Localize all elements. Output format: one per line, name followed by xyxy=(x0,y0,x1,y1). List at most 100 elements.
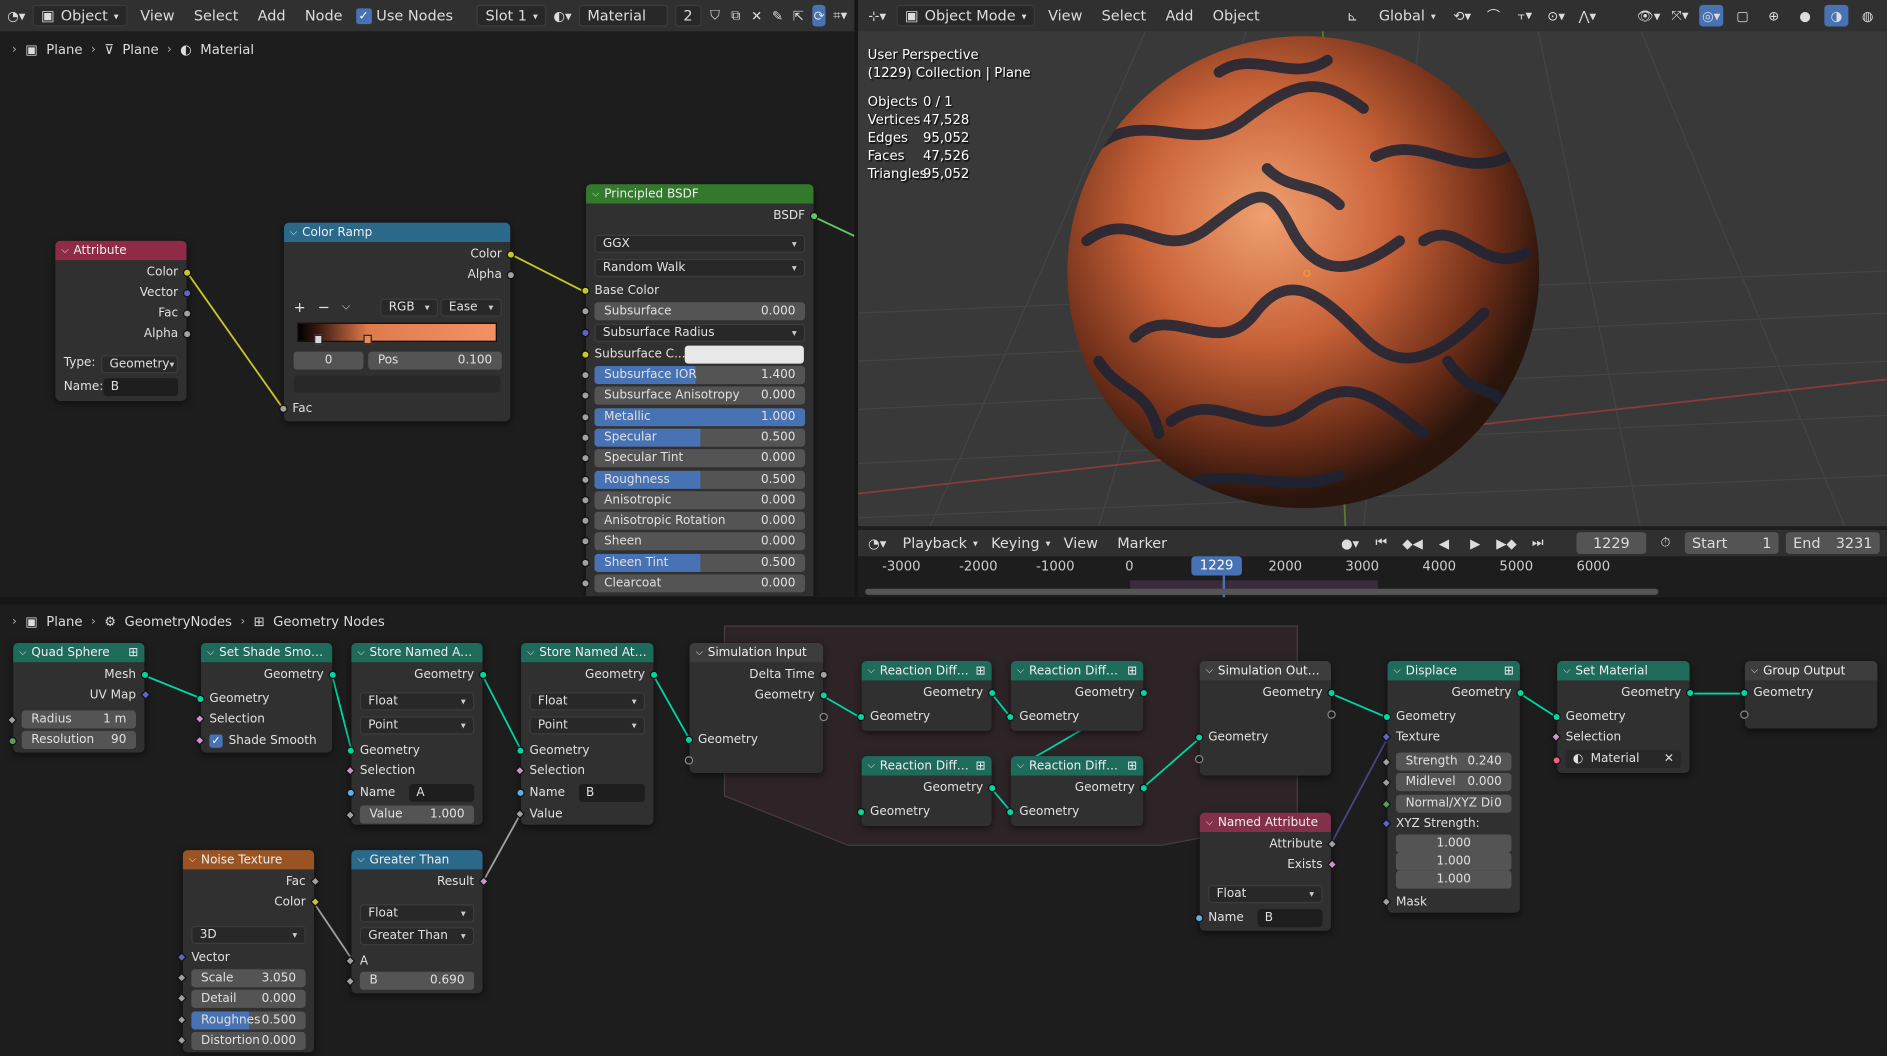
xyz-x-field[interactable]: 1.000 xyxy=(1395,834,1512,853)
proportional-edit-icon[interactable]: ⊙▾ xyxy=(1544,5,1568,27)
area-divider-vertical[interactable] xyxy=(854,0,859,598)
sphere-object[interactable] xyxy=(1067,36,1540,509)
shade-smooth-checkbox[interactable]: ✓ Shade Smooth xyxy=(201,731,332,751)
store-named-attribute-node-b[interactable]: ⌵ Store Named Attrib... Geometry Float▾ P… xyxy=(514,642,659,825)
node-header[interactable]: ⌵ Reaction Diffusio... ⊞ xyxy=(861,756,992,776)
collapse-icon[interactable]: ⌵ xyxy=(357,647,364,659)
alpha-socket[interactable] xyxy=(182,329,192,339)
collapse-icon[interactable]: ⌵ xyxy=(868,760,875,772)
subsurface-field[interactable]: Subsurface 0.000 xyxy=(594,302,806,321)
geometry-socket[interactable] xyxy=(987,688,997,698)
collapse-icon[interactable]: ⌵ xyxy=(1206,816,1213,828)
jump-keyframe-forward-icon[interactable]: ▶◆ xyxy=(1494,532,1518,554)
bsdf-field-9[interactable]: Sheen 0.000 xyxy=(594,532,806,551)
strength-field[interactable]: Strength 0.240 xyxy=(1395,752,1512,771)
displace-node[interactable]: ⌵ Displace ⊞ Geometry Geometry Texture Str… xyxy=(1381,661,1525,913)
field-socket[interactable] xyxy=(581,433,590,442)
orientation-dropdown[interactable]: Global ▾ xyxy=(1372,5,1443,27)
geometry-socket[interactable] xyxy=(987,783,997,793)
geometry-in-socket[interactable] xyxy=(1194,733,1204,742)
geometry-in-socket[interactable] xyxy=(1006,712,1015,722)
clear-icon[interactable]: ✕ xyxy=(1664,753,1674,766)
xyz-z-field[interactable]: 1.000 xyxy=(1395,870,1512,889)
pivot-icon[interactable]: ⟲▾ xyxy=(1450,5,1474,27)
field-socket[interactable] xyxy=(581,475,590,484)
noise-field-2[interactable]: Roughnes 0.500 xyxy=(191,1010,306,1030)
geometry-in-socket[interactable] xyxy=(856,712,866,722)
geometry-in-socket[interactable] xyxy=(1006,807,1015,817)
subsurface-radius-dropdown[interactable]: Subsurface Radius ▾ xyxy=(594,323,806,342)
virtual-socket[interactable] xyxy=(1327,710,1336,719)
jump-end-icon[interactable]: ⏭ xyxy=(1526,532,1550,554)
node-header[interactable]: ⌵ Set Material xyxy=(1557,661,1690,681)
attribute-node[interactable]: ⌵ Attribute Color Vector Fac Alpha Type: … xyxy=(55,240,192,401)
stop-position-field[interactable]: Pos 0.100 xyxy=(368,351,502,370)
dimensions-dropdown[interactable]: 3D ▾ xyxy=(191,925,306,945)
collapse-icon[interactable]: ⌵ xyxy=(1563,665,1570,677)
editor-type-icon[interactable]: ◔▾ xyxy=(865,532,889,554)
geometry-socket[interactable] xyxy=(1685,688,1695,698)
collapse-icon[interactable]: ⌵ xyxy=(868,665,875,677)
bsdf-field-8[interactable]: Anisotropic Rotation 0.000 xyxy=(594,511,806,530)
collapse-icon[interactable]: ⌵ xyxy=(61,244,68,256)
xray-icon[interactable]: ▢ xyxy=(1730,5,1754,27)
view-menu[interactable]: View xyxy=(1058,535,1104,552)
subsurface-method-dropdown[interactable]: Random Walk ▾ xyxy=(594,258,806,277)
start-frame-field[interactable]: Start 1 xyxy=(1684,532,1779,554)
timeline-scrollbar[interactable] xyxy=(865,588,1659,595)
virtual-in-socket[interactable] xyxy=(684,756,694,765)
material-shading-icon[interactable]: ◑ xyxy=(1824,4,1849,27)
material-socket[interactable] xyxy=(1552,756,1561,765)
geometry-in-socket[interactable] xyxy=(516,746,525,755)
color-ramp-node[interactable]: ⌵ Color Ramp Color Alpha + − ⌵ RGB ▾ Ease ▾… xyxy=(279,222,516,422)
node-header[interactable]: ⌵ Noise Texture xyxy=(182,850,315,870)
playhead-line[interactable] xyxy=(1222,575,1226,600)
attribute-node-header[interactable]: ⌵ Attribute xyxy=(55,240,187,261)
virtual-in-socket[interactable] xyxy=(1194,754,1204,764)
editor-type-icon[interactable]: ⊹▾ xyxy=(865,5,889,27)
visibility-icon[interactable]: 👁▾ xyxy=(1637,5,1661,27)
snap-icon[interactable]: ⌒ xyxy=(1481,5,1505,27)
data-type-dropdown[interactable]: Float ▾ xyxy=(1208,885,1323,904)
geometry-socket[interactable] xyxy=(478,670,488,680)
bsdf-socket[interactable] xyxy=(809,211,819,221)
bsdf-field-4[interactable]: Specular 0.500 xyxy=(594,428,806,447)
snap-target-icon[interactable]: ⫟▾ xyxy=(1513,5,1537,27)
base-color-socket[interactable] xyxy=(581,286,590,296)
geometry-socket[interactable] xyxy=(328,670,337,680)
preview-range-icon[interactable]: ⏱ xyxy=(1653,532,1677,554)
radius-field[interactable]: Radius 1 m xyxy=(21,710,136,729)
field-socket[interactable] xyxy=(581,370,590,380)
geometry-in-socket[interactable] xyxy=(346,746,356,755)
store-named-attribute-node-a[interactable]: ⌵ Store Named Attrib... Geometry Float▾ P… xyxy=(345,642,488,825)
chevron-down-icon[interactable]: ⌵ xyxy=(342,301,350,313)
bsdf-field-10[interactable]: Sheen Tint 0.500 xyxy=(594,553,806,572)
bsdf-header[interactable]: ⌵ Principled BSDF xyxy=(586,184,814,204)
bsdf-field-1[interactable]: Subsurface IOR 1.400 xyxy=(594,366,806,385)
value-field[interactable]: Value 1.000 xyxy=(359,805,475,824)
node-header[interactable]: ⌵ Reaction Diffusio... ⊞ xyxy=(1010,661,1144,681)
geometry-socket[interactable] xyxy=(1139,783,1149,793)
color-ramp-header[interactable]: ⌵ Color Ramp xyxy=(284,222,511,243)
resolution-socket[interactable] xyxy=(8,736,17,746)
geometry-in-socket[interactable] xyxy=(1552,712,1561,722)
playhead-frame[interactable]: 1229 xyxy=(1191,556,1242,576)
bsdf-field-11[interactable]: Clearcoat 0.000 xyxy=(594,574,806,593)
play-reverse-icon[interactable]: ◀ xyxy=(1432,532,1456,554)
greater-than-node[interactable]: ⌵ Greater Than Result Float ▾ Greater Than… xyxy=(345,850,489,994)
add-menu[interactable]: Add xyxy=(1159,7,1199,24)
name-field[interactable]: B xyxy=(578,783,646,802)
geometry-in-socket[interactable] xyxy=(684,735,694,745)
noise-field-0[interactable]: Scale 3.050 xyxy=(191,969,306,988)
reaction-diffusion-node-3[interactable]: ⌵ Reaction Diffusio... ⊞ Geometry Geometry xyxy=(856,756,997,827)
data-type-dropdown[interactable]: Float ▾ xyxy=(359,904,475,923)
current-frame-field[interactable]: 1229 xyxy=(1576,532,1647,554)
add-stop-button[interactable]: + xyxy=(294,299,306,316)
node-header[interactable]: ⌵ Reaction Diffusio... ⊞ xyxy=(861,661,992,681)
collapse-icon[interactable]: ⌵ xyxy=(1206,665,1213,677)
collapse-icon[interactable]: ⌵ xyxy=(1017,665,1024,677)
name-field[interactable]: A xyxy=(409,783,475,802)
geometry-in-socket[interactable] xyxy=(1382,712,1392,722)
set-material-node[interactable]: ⌵ Set Material Geometry Geometry Selectio… xyxy=(1550,661,1695,774)
vector-socket[interactable] xyxy=(182,288,192,298)
